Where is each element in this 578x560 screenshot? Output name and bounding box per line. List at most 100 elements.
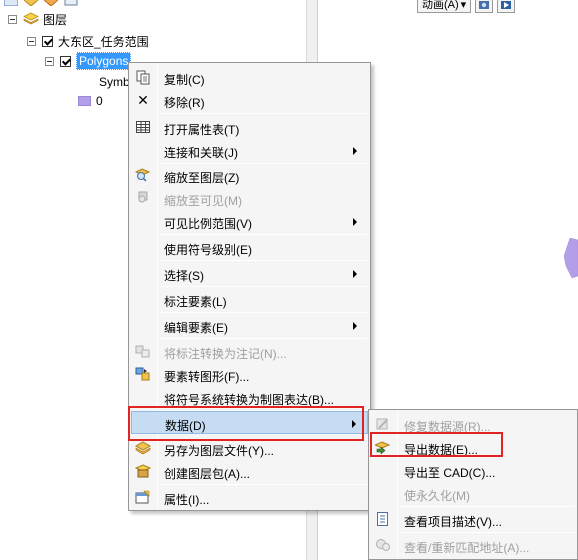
collapse-toggle-icon[interactable] bbox=[8, 14, 17, 24]
menu-item-label: 使用符号级别(E) bbox=[164, 243, 252, 257]
menu-item-zoom-to-layer[interactable]: 缩放至图层(Z) bbox=[131, 164, 368, 187]
menu-separator bbox=[160, 260, 367, 261]
menu-item-properties[interactable]: 属性(I)... bbox=[131, 486, 368, 509]
menu-item-label: 标注要素(L) bbox=[164, 295, 227, 309]
layer-visibility-checkbox[interactable] bbox=[42, 35, 53, 47]
menu-item-edit-features[interactable]: 编辑要素(E) bbox=[131, 314, 368, 337]
map-toolbar: 动画(A) ▾ bbox=[417, 0, 516, 13]
copy-icon bbox=[134, 69, 152, 85]
features-to-graphics-icon bbox=[134, 366, 152, 382]
menu-item-save-as-layer-file[interactable]: 另存为图层文件(Y)... bbox=[131, 437, 368, 460]
menu-item-export-data[interactable]: 导出数据(E)... bbox=[371, 436, 575, 459]
toc-root-layers[interactable]: 图层 bbox=[8, 10, 67, 28]
menu-item-use-symbol-levels[interactable]: 使用符号级别(E) bbox=[131, 236, 368, 259]
capture-frame-button[interactable] bbox=[475, 0, 494, 13]
menu-item-zoom-to-visible[interactable]: 缩放至可见(M) bbox=[131, 187, 368, 210]
menu-item-label-features[interactable]: 标注要素(L) bbox=[131, 288, 368, 311]
list-by-source-icon[interactable] bbox=[24, 0, 38, 6]
toc-layer-polygons[interactable]: Polygons bbox=[45, 52, 132, 70]
menu-item-selection[interactable]: 选择(S) bbox=[131, 262, 368, 285]
menu-item-repair-data-source[interactable]: 修复数据源(R)... bbox=[371, 413, 575, 436]
menu-item-copy[interactable]: 复制(C) bbox=[131, 66, 368, 89]
menu-separator bbox=[400, 506, 574, 507]
menu-item-create-layer-package[interactable]: 创建图层包(A)... bbox=[131, 460, 368, 483]
submenu-arrow-icon bbox=[352, 420, 356, 428]
rematch-address-icon bbox=[374, 537, 392, 553]
selected-layer-label[interactable]: Polygons bbox=[76, 52, 132, 70]
menu-item-remove[interactable]: ✕ 移除(R) bbox=[131, 89, 368, 112]
polygon-symbol-swatch[interactable] bbox=[78, 96, 91, 106]
table-icon bbox=[134, 119, 152, 135]
play-controls-icon bbox=[501, 1, 512, 9]
menu-item-label: 可见比例范围(V) bbox=[164, 217, 252, 231]
menu-separator bbox=[160, 113, 367, 114]
menu-item-label: 缩放至可见(M) bbox=[164, 194, 242, 208]
menu-item-label: 导出至 CAD(C)... bbox=[404, 466, 496, 480]
menu-item-label: 属性(I)... bbox=[164, 493, 210, 507]
menu-separator bbox=[400, 532, 574, 533]
toc-toolbar bbox=[0, 0, 120, 8]
animation-controls-button[interactable] bbox=[497, 0, 516, 13]
menu-item-open-attribute-table[interactable]: 打开属性表(T) bbox=[131, 116, 368, 139]
toc-layer-group[interactable]: 大东区_任务范围 bbox=[27, 32, 149, 50]
menu-item-make-permanent[interactable]: 使永久化(M) bbox=[371, 482, 575, 505]
menu-item-data[interactable]: 数据(D) bbox=[131, 411, 368, 434]
item-description-icon bbox=[374, 511, 392, 527]
menu-item-features-to-graphics[interactable]: 要素转图形(F)... bbox=[131, 363, 368, 386]
list-by-selection-icon[interactable] bbox=[64, 0, 78, 6]
menu-item-view-item-description[interactable]: 查看项目描述(V)... bbox=[371, 508, 575, 531]
animation-dropdown-button[interactable]: 动画(A) ▾ bbox=[417, 0, 472, 13]
remove-icon: ✕ bbox=[137, 91, 149, 108]
menu-item-label: 导出数据(E)... bbox=[404, 443, 478, 457]
menu-item-convert-symbology[interactable]: 将符号系统转换为制图表达(B)... bbox=[131, 386, 368, 409]
menu-item-label: 查看/重新匹配地址(A)... bbox=[404, 541, 530, 555]
menu-item-visible-scale-range[interactable]: 可见比例范围(V) bbox=[131, 210, 368, 233]
menu-item-label: 选择(S) bbox=[164, 269, 204, 283]
submenu-arrow-icon bbox=[353, 147, 357, 155]
zoom-to-layer-icon bbox=[134, 167, 152, 183]
symbol-class-value: 0 bbox=[96, 94, 103, 108]
menu-separator bbox=[160, 484, 367, 485]
properties-icon bbox=[134, 489, 152, 505]
layers-icon bbox=[23, 12, 39, 25]
menu-item-label: 移除(R) bbox=[164, 96, 205, 110]
map-polygon-feature[interactable] bbox=[564, 238, 578, 278]
list-by-visibility-icon[interactable] bbox=[44, 0, 58, 6]
dropdown-arrow-icon: ▾ bbox=[460, 0, 467, 11]
submenu-arrow-icon bbox=[353, 218, 357, 226]
toc-root-label: 图层 bbox=[43, 12, 68, 27]
list-by-drawing-order-icon[interactable] bbox=[4, 0, 18, 6]
layer-package-icon bbox=[134, 463, 152, 479]
animation-label: 动画(A) bbox=[422, 0, 459, 11]
menu-item-label: 数据(D) bbox=[165, 419, 206, 433]
menu-item-export-to-cad[interactable]: 导出至 CAD(C)... bbox=[371, 459, 575, 482]
menu-item-label: 另存为图层文件(Y)... bbox=[164, 444, 274, 458]
menu-item-joins-relates[interactable]: 连接和关联(J) bbox=[131, 139, 368, 162]
layer-context-menu: 复制(C) ✕ 移除(R) 打开属性表(T) 连接和关联(J) 缩放至图层(Z)… bbox=[128, 62, 371, 511]
menu-separator bbox=[160, 234, 367, 235]
convert-labels-icon bbox=[134, 343, 152, 359]
symbology-label: Symb bbox=[99, 75, 130, 89]
data-submenu: 修复数据源(R)... 导出数据(E)... 导出至 CAD(C)... 使永久… bbox=[368, 409, 578, 560]
menu-item-label: 将标注转换为注记(N)... bbox=[164, 347, 287, 361]
menu-item-label: 使永久化(M) bbox=[404, 489, 470, 503]
menu-item-label: 查看项目描述(V)... bbox=[404, 515, 502, 529]
export-data-icon bbox=[374, 439, 392, 455]
menu-separator bbox=[160, 312, 367, 313]
collapse-toggle-icon[interactable] bbox=[45, 56, 54, 66]
menu-item-label: 连接和关联(J) bbox=[164, 146, 238, 160]
submenu-arrow-icon bbox=[353, 322, 357, 330]
zoom-to-visible-icon bbox=[134, 190, 152, 206]
menu-item-label: 将符号系统转换为制图表达(B)... bbox=[164, 393, 334, 407]
menu-item-rematch-addresses[interactable]: 查看/重新匹配地址(A)... bbox=[371, 534, 575, 557]
collapse-toggle-icon[interactable] bbox=[27, 36, 36, 46]
menu-item-label: 打开属性表(T) bbox=[164, 123, 240, 137]
menu-item-label: 编辑要素(E) bbox=[164, 321, 228, 335]
layer-visibility-checkbox[interactable] bbox=[60, 55, 71, 67]
menu-item-label: 缩放至图层(Z) bbox=[164, 171, 240, 185]
menu-item-convert-labels-to-annotation[interactable]: 将标注转换为注记(N)... bbox=[131, 340, 368, 363]
menu-separator bbox=[160, 338, 367, 339]
menu-item-label: 创建图层包(A)... bbox=[164, 467, 250, 481]
toc-symbol-class[interactable]: 0 bbox=[78, 92, 103, 110]
menu-item-label: 修复数据源(R)... bbox=[404, 420, 491, 434]
